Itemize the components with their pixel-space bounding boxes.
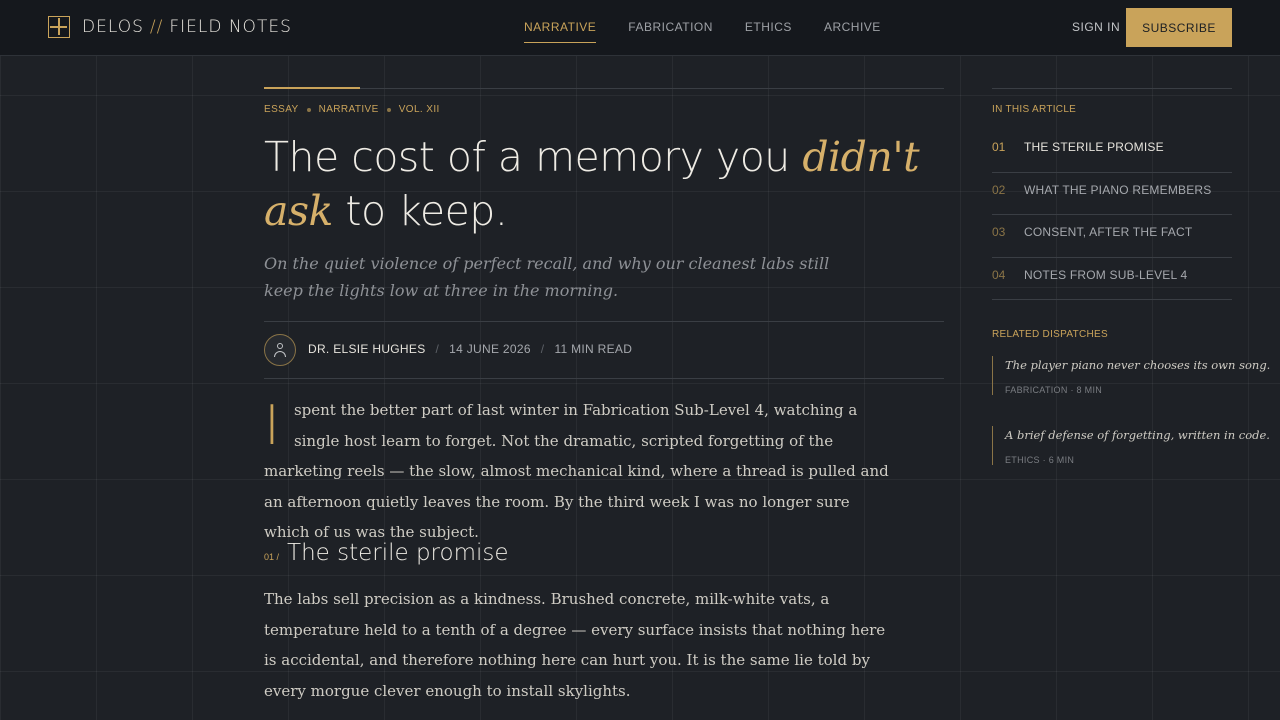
- main-nav: NARRATIVE FABRICATION ETHICS ARCHIVE: [524, 0, 913, 56]
- drop-cap: I: [264, 394, 280, 457]
- article-paragraph: Ispent the better part of last winter in…: [264, 395, 889, 548]
- article-paragraph: The labs sell precision as a kindness. B…: [264, 590, 886, 700]
- article-top-rule: [264, 88, 944, 89]
- toc-item[interactable]: 02 WHAT THE PIANO REMEMBERS: [992, 173, 1232, 215]
- section-heading: 01 / The sterile promise: [264, 540, 509, 566]
- brand-name-left: DELOS: [82, 17, 144, 37]
- toc-title: THE STERILE PROMISE: [1024, 140, 1164, 154]
- kicker-volume: VOL. XII: [398, 104, 440, 115]
- read-time: 11 MIN READ: [554, 342, 633, 356]
- related-label: RELATED DISPATCHES: [992, 329, 1108, 340]
- toc-title: WHAT THE PIANO REMEMBERS: [1024, 182, 1212, 197]
- kicker-essay[interactable]: ESSAY: [264, 104, 299, 115]
- section-number: 01 /: [264, 552, 280, 562]
- byline-separator: /: [435, 342, 440, 356]
- toc-item[interactable]: 03 CONSENT, AFTER THE FACT: [992, 215, 1232, 258]
- top-navigation-bar: DELOS//FIELD NOTES NARRATIVE FABRICATION…: [0, 0, 1280, 56]
- brand-logo[interactable]: DELOS//FIELD NOTES: [48, 15, 292, 39]
- brand-name-right: FIELD NOTES: [169, 17, 292, 37]
- article-top-rule-accent: [264, 87, 360, 89]
- nav-item-narrative[interactable]: NARRATIVE: [524, 0, 597, 44]
- headline-end: to keep.: [332, 187, 508, 235]
- table-of-contents: 01 THE STERILE PROMISE 02 WHAT THE PIANO…: [992, 130, 1232, 300]
- nav-item-ethics[interactable]: ETHICS: [745, 0, 792, 44]
- sign-in-link[interactable]: SIGN IN: [1072, 20, 1120, 34]
- toc-title: NOTES FROM SUB-LEVEL 4: [1024, 267, 1188, 282]
- kicker-dot-icon: [386, 107, 391, 112]
- dispatch-title: The player piano never chooses its own s…: [1005, 358, 1271, 372]
- brand-separator: //: [149, 17, 164, 37]
- headline-start: The cost of a memory you: [264, 133, 803, 181]
- article-kickers: ESSAY NARRATIVE VOL. XII: [264, 104, 440, 115]
- brand-crosshair-icon: [48, 16, 70, 38]
- user-icon-body: [274, 351, 286, 357]
- kicker-dot-icon: [306, 107, 311, 112]
- toc-label: IN THIS ARTICLE: [992, 104, 1077, 115]
- related-dispatch[interactable]: The player piano never chooses its own s…: [992, 356, 1271, 395]
- byline: DR. ELSIE HUGHES / 14 JUNE 2026 / 11 MIN…: [308, 342, 632, 356]
- section-title: The sterile promise: [287, 540, 509, 566]
- publish-date: 14 JUNE 2026: [449, 342, 531, 356]
- dispatch-meta: ETHICS · 6 MIN: [1005, 455, 1075, 465]
- byline-divider-bottom: [264, 378, 944, 379]
- dispatch-meta: FABRICATION · 8 MIN: [1005, 385, 1103, 395]
- toc-item[interactable]: 01 THE STERILE PROMISE: [992, 130, 1232, 173]
- toc-number: 01: [992, 140, 1006, 154]
- toc-item[interactable]: 04 NOTES FROM SUB-LEVEL 4: [992, 258, 1232, 300]
- author-name[interactable]: DR. ELSIE HUGHES: [308, 342, 426, 356]
- paragraph-text: spent the better part of last winter in …: [264, 401, 889, 541]
- byline-divider-top: [264, 321, 944, 322]
- dispatch-title: A brief defense of forgetting, written i…: [1005, 428, 1270, 442]
- author-avatar[interactable]: [264, 334, 296, 366]
- related-dispatch[interactable]: A brief defense of forgetting, written i…: [992, 426, 1270, 465]
- user-icon-head: [277, 343, 283, 349]
- kicker-narrative[interactable]: NARRATIVE: [319, 104, 379, 115]
- byline-separator: /: [540, 342, 545, 356]
- toc-number: 02: [992, 182, 1006, 197]
- nav-item-fabrication[interactable]: FABRICATION: [628, 0, 713, 44]
- toc-number: 03: [992, 225, 1006, 239]
- nav-item-archive[interactable]: ARCHIVE: [824, 0, 881, 44]
- toc-title: CONSENT, AFTER THE FACT: [1024, 225, 1193, 239]
- article-dek: On the quiet violence of perfect recall,…: [264, 254, 830, 300]
- brand-name: DELOS//FIELD NOTES: [82, 17, 292, 37]
- toc-number: 04: [992, 267, 1006, 282]
- article-headline: The cost of a memory you didn't ask to k…: [264, 130, 944, 238]
- subscribe-button[interactable]: SUBSCRIBE: [1126, 8, 1232, 47]
- sidebar-top-rule: [992, 88, 1232, 89]
